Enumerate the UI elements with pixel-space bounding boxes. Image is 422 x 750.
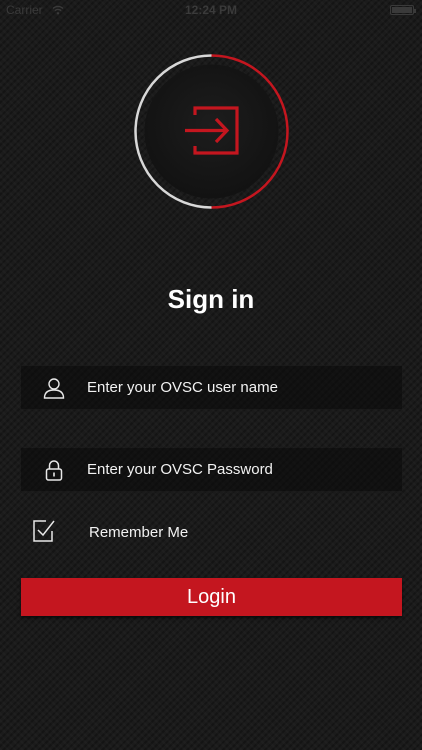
sign-in-icon (133, 53, 290, 210)
username-field[interactable]: Enter your OVSC user name (21, 366, 402, 410)
battery-icon (390, 5, 416, 15)
user-icon (43, 377, 65, 399)
remember-me-label: Remember Me (89, 524, 189, 541)
remember-me-toggle[interactable]: Remember Me (32, 519, 232, 547)
username-placeholder: Enter your OVSC user name (87, 379, 278, 396)
password-placeholder: Enter your OVSC Password (87, 461, 273, 478)
login-screen: Carrier 12:24 PM Sign in Enter your OVSC… (0, 0, 422, 750)
password-field[interactable]: Enter your OVSC Password (21, 448, 402, 492)
status-bar: Carrier 12:24 PM (0, 0, 422, 20)
login-button[interactable]: Login (21, 578, 402, 616)
lock-icon (43, 459, 65, 481)
status-time: 12:24 PM (184, 3, 238, 17)
page-title: Sign in (167, 284, 255, 314)
checkbox-checked-icon[interactable] (32, 519, 56, 543)
